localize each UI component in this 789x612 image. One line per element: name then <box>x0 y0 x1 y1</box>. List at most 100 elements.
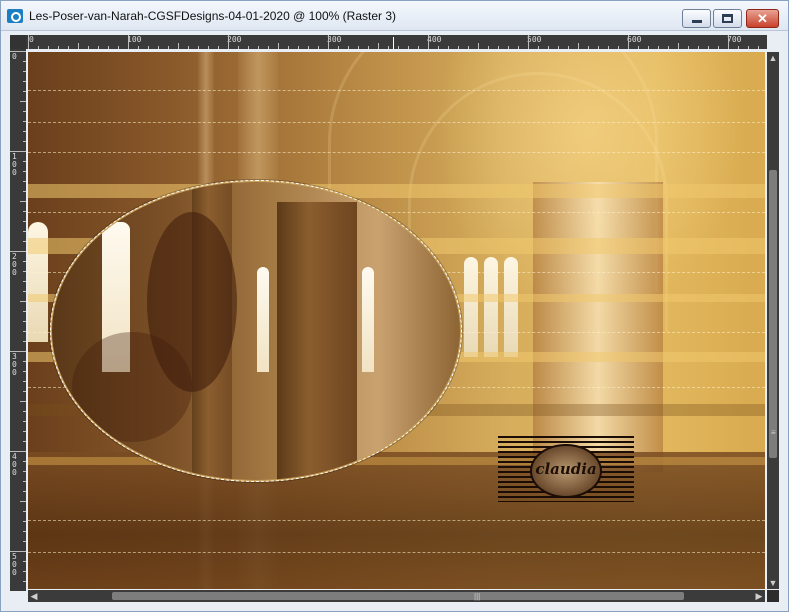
scroll-down-arrow-icon[interactable]: ▼ <box>767 577 779 589</box>
ruler-tick <box>448 46 449 49</box>
ruler-tick <box>358 46 359 49</box>
grip-icon: ||| <box>474 592 481 601</box>
minimize-icon <box>692 20 702 23</box>
scroll-up-arrow-icon[interactable]: ▲ <box>767 52 779 64</box>
ruler-label: 500 <box>12 552 17 577</box>
ruler-tick <box>688 46 689 49</box>
ruler-tick <box>23 81 26 82</box>
horizontal-scrollbar[interactable]: ◀ ||| ▶ <box>28 590 765 602</box>
ruler-tick <box>23 531 26 532</box>
ruler-tick <box>23 211 26 212</box>
ruler-tick <box>528 35 529 49</box>
ruler-tick <box>108 46 109 49</box>
ruler-tick <box>23 141 26 142</box>
ruler-tick <box>78 43 79 49</box>
ruler-tick <box>23 481 26 482</box>
ruler-tick <box>558 46 559 49</box>
ruler-tick <box>23 521 26 522</box>
ruler-label: 700 <box>727 35 742 44</box>
image-document-icon <box>7 9 23 23</box>
ruler-label: 200 <box>12 252 17 277</box>
ruler-tick <box>498 46 499 49</box>
scrollbar-corner <box>767 590 779 602</box>
ruler-tick <box>568 46 569 49</box>
ruler-tick <box>668 46 669 49</box>
watermark-text: claudia <box>535 460 597 478</box>
scroll-right-arrow-icon[interactable]: ▶ <box>753 590 765 602</box>
horizontal-scroll-thumb[interactable]: ||| <box>112 592 684 601</box>
ruler-tick <box>23 581 26 582</box>
ruler-tick <box>58 46 59 49</box>
ruler-tick <box>23 331 26 332</box>
ruler-tick <box>10 51 26 52</box>
close-icon: ✕ <box>757 11 768 26</box>
close-button[interactable]: ✕ <box>746 9 779 28</box>
ruler-tick <box>23 171 26 172</box>
ruler-tick <box>48 46 49 49</box>
ruler-tick <box>23 441 26 442</box>
ruler-tick <box>578 43 579 49</box>
ruler-tick <box>23 241 26 242</box>
ruler-tick <box>758 46 759 49</box>
ruler-tick <box>23 421 26 422</box>
ruler-tick <box>23 371 26 372</box>
pillar-strip <box>533 182 663 472</box>
ruler-tick <box>23 111 26 112</box>
ruler-tick <box>23 61 26 62</box>
ruler-tick <box>728 35 729 49</box>
scroll-left-arrow-icon[interactable]: ◀ <box>28 590 40 602</box>
minimize-button[interactable] <box>682 9 711 28</box>
ruler-tick <box>708 46 709 49</box>
ruler-tick <box>178 43 179 49</box>
ruler-tick <box>488 46 489 49</box>
ruler-tick <box>198 46 199 49</box>
vertical-ruler[interactable]: 0 100 200 300 400 500 <box>10 49 26 591</box>
title-bar[interactable]: Les-Poser-van-Narah-CGSFDesigns-04-01-20… <box>1 1 788 31</box>
ruler-tick <box>188 46 189 49</box>
window-title: Les-Poser-van-Narah-CGSFDesigns-04-01-20… <box>29 9 396 23</box>
guide-line <box>28 122 765 123</box>
vertical-scrollbar[interactable]: ▲ ≡ ▼ <box>767 52 779 589</box>
ruler-tick <box>228 35 229 49</box>
ruler-tick <box>23 271 26 272</box>
ruler-label: 400 <box>12 452 17 477</box>
image-canvas[interactable]: claudia <box>28 52 765 589</box>
ruler-tick <box>10 551 26 552</box>
ruler-tick <box>20 501 26 502</box>
ruler-tick <box>20 401 26 402</box>
ruler-label: 400 <box>427 35 442 44</box>
ruler-tick <box>328 35 329 49</box>
ruler-tick <box>478 43 479 49</box>
ruler-tick <box>398 46 399 49</box>
ruler-tick <box>10 451 26 452</box>
ruler-tick <box>20 301 26 302</box>
ruler-tick <box>23 391 26 392</box>
ruler-tick <box>23 281 26 282</box>
maximize-button[interactable] <box>713 9 742 28</box>
ruler-tick <box>378 43 379 49</box>
ruler-tick <box>628 35 629 49</box>
ruler-tick <box>23 571 26 572</box>
ruler-tick <box>318 46 319 49</box>
ruler-tick <box>23 321 26 322</box>
ruler-label: 0 <box>29 35 34 44</box>
horizontal-ruler[interactable]: 0 100 200 300 400 500 600 700 <box>26 35 767 49</box>
ruler-tick <box>308 46 309 49</box>
ruler-label: 500 <box>527 35 542 44</box>
ruler-tick <box>548 46 549 49</box>
guide-line <box>28 90 765 91</box>
selection-marquee[interactable] <box>50 180 462 482</box>
ruler-tick <box>158 46 159 49</box>
ruler-tick <box>588 46 589 49</box>
ruler-tick <box>748 46 749 49</box>
vertical-scroll-thumb[interactable]: ≡ <box>769 170 777 458</box>
ruler-tick <box>23 561 26 562</box>
ruler-tick <box>368 46 369 49</box>
guide-line <box>28 552 765 553</box>
ruler-corner <box>10 35 26 49</box>
ruler-tick <box>23 361 26 362</box>
ruler-tick <box>718 46 719 49</box>
ruler-tick <box>23 191 26 192</box>
ruler-tick <box>288 46 289 49</box>
ruler-label: 600 <box>627 35 642 44</box>
